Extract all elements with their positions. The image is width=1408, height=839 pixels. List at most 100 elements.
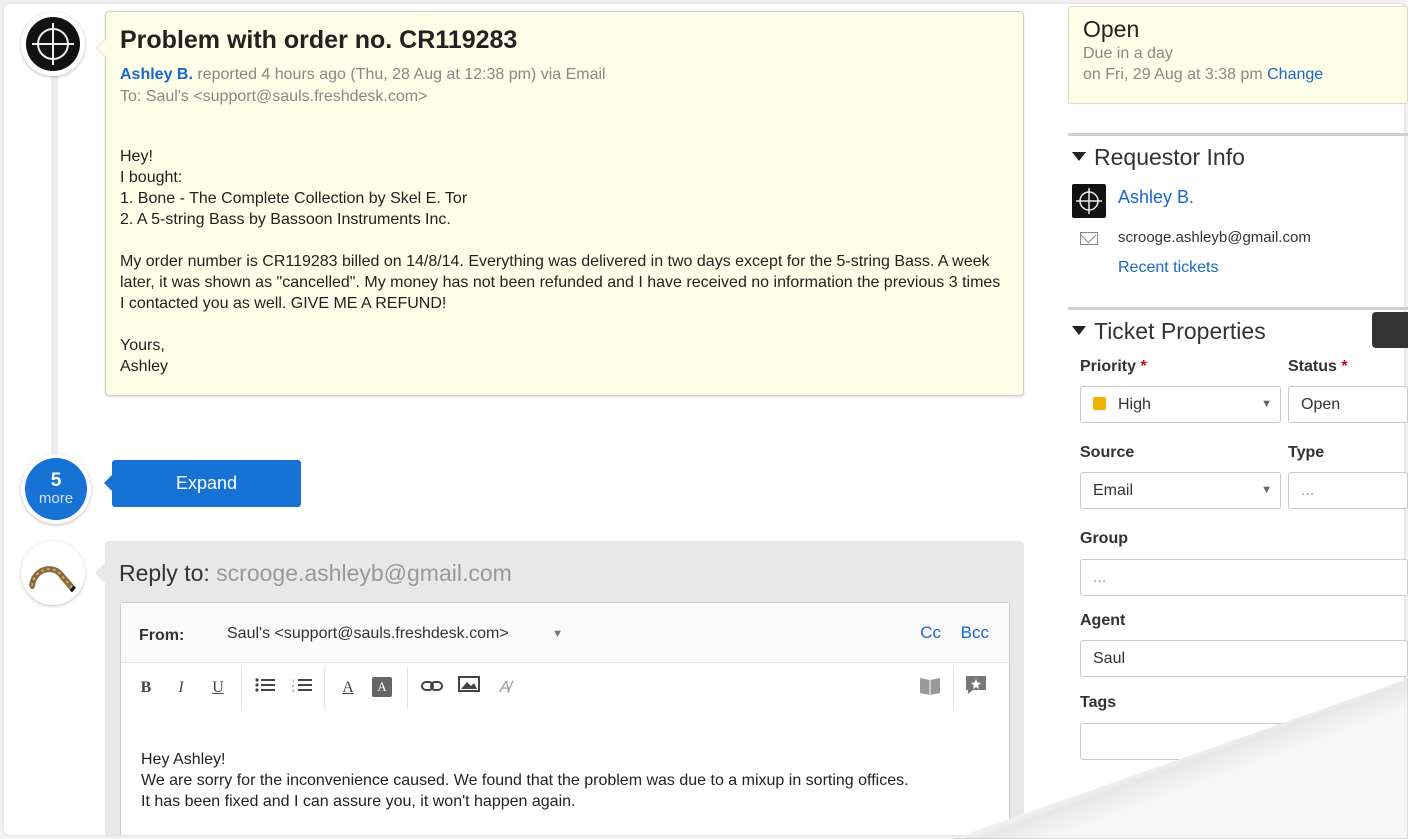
reply-editor: From: Saul's <support@sauls.freshdesk.co…: [120, 602, 1010, 835]
recent-tickets-link[interactable]: Recent tickets: [1118, 259, 1218, 277]
agent-label: Agent: [1080, 612, 1126, 629]
body-line: 2. A 5-string Bass by Bassoon Instrument…: [120, 211, 451, 228]
priority-select[interactable]: High ▼: [1080, 386, 1281, 423]
reply-to-label: Reply to:: [119, 560, 210, 586]
properties-title-text: Ticket Properties: [1094, 318, 1266, 344]
properties-action-button[interactable]: [1372, 312, 1408, 348]
change-due-link[interactable]: Change: [1267, 66, 1323, 83]
required-mark: *: [1341, 358, 1348, 375]
requestor-section-header[interactable]: Requestor Info: [1068, 133, 1408, 172]
underline-button[interactable]: U: [205, 675, 231, 701]
body-line: Yours,: [120, 337, 165, 354]
more-count: 5: [50, 470, 62, 491]
requestor-name-link[interactable]: Ashley B.: [1118, 187, 1194, 208]
expand-button[interactable]: Expand: [104, 460, 301, 507]
ticket-title: Problem with order no. CR119283: [120, 26, 518, 54]
priority-value: High: [1118, 396, 1151, 413]
from-row: From: Saul's <support@sauls.freshdesk.co…: [121, 603, 1009, 663]
due-date-text: on Fri, 29 Aug at 3:38 pm: [1083, 66, 1263, 83]
crosshair-avatar-icon: [26, 17, 80, 71]
priority-label-text: Priority: [1080, 358, 1137, 375]
from-value: Saul's <support@sauls.freshdesk.com>: [227, 625, 509, 642]
numbered-list-icon[interactable]: 123: [289, 675, 315, 701]
required-mark: *: [1140, 358, 1147, 375]
agent-select[interactable]: Saul: [1080, 640, 1408, 677]
cc-link[interactable]: Cc: [920, 623, 941, 643]
status-select[interactable]: Open: [1288, 386, 1408, 423]
requestor-email: scrooge.ashleyb@gmail.com: [1118, 229, 1311, 246]
status-due: Due in a day: [1083, 45, 1173, 62]
agent-value: Saul: [1093, 650, 1126, 667]
chevron-down-icon: ▼: [1261, 484, 1272, 496]
priority-label: Priority *: [1080, 358, 1147, 376]
status-box: Open Due in a day on Fri, 29 Aug at 3:38…: [1068, 6, 1408, 104]
reply-line: It has been fixed and I can assure you, …: [141, 793, 576, 810]
requestor-avatar: [1072, 184, 1106, 218]
link-icon[interactable]: [419, 675, 445, 701]
reply-to-line: Reply to: scrooge.ashleyb@gmail.com: [119, 559, 1010, 587]
from-select[interactable]: Saul's <support@sauls.freshdesk.com> ▼: [213, 619, 571, 649]
ticket-recipient: To: Saul's <support@sauls.freshdesk.com>: [120, 88, 428, 105]
source-value: Email: [1093, 482, 1134, 499]
status-title: Open: [1083, 16, 1140, 42]
mail-icon: [1080, 232, 1098, 245]
editor-toolbar: B I U 123 A A A̸: [121, 663, 1009, 715]
tags-label: Tags: [1080, 694, 1117, 711]
collapse-triangle-icon: [1072, 152, 1086, 161]
more-count-badge[interactable]: 5 more: [21, 454, 91, 524]
ticket-author-link[interactable]: Ashley B.: [120, 66, 193, 83]
priority-high-swatch: [1093, 397, 1106, 410]
body-line: Ashley: [120, 358, 169, 375]
requestor-title-text: Requestor Info: [1094, 144, 1245, 170]
bcc-link[interactable]: Bcc: [961, 623, 989, 643]
reply-box: Reply to: scrooge.ashleyb@gmail.com From…: [95, 541, 1024, 835]
type-value: ...: [1301, 482, 1315, 499]
toolbar-divider: [324, 667, 325, 709]
cane-avatar-icon: [26, 546, 80, 600]
toolbar-divider: [241, 667, 242, 709]
bold-button[interactable]: B: [133, 675, 159, 701]
timeline-line: [51, 64, 58, 464]
clear-format-icon[interactable]: A̸: [492, 675, 518, 701]
status-due-date: on Fri, 29 Aug at 3:38 pm Change: [1083, 64, 1393, 85]
status-label: Status *: [1288, 358, 1348, 376]
type-label: Type: [1288, 444, 1325, 461]
body-paragraph: My order number is CR119283 billed on 14…: [120, 253, 1001, 312]
body-line: Hey!: [120, 148, 153, 165]
requester-avatar[interactable]: [21, 12, 85, 76]
body-line: I bought:: [120, 169, 183, 186]
chevron-down-icon: ▼: [1261, 398, 1272, 410]
reply-to-address: scrooge.ashleyb@gmail.com: [216, 560, 512, 586]
reply-body[interactable]: Hey Ashley! We are sorry for the inconve…: [121, 715, 1009, 812]
chevron-down-icon: ▼: [552, 628, 563, 640]
image-icon[interactable]: [456, 675, 482, 701]
status-label-text: Status: [1288, 358, 1337, 375]
source-select[interactable]: Email ▼: [1080, 472, 1281, 509]
group-label: Group: [1080, 530, 1128, 547]
more-count-inner: 5 more: [25, 458, 87, 520]
italic-button[interactable]: I: [168, 675, 194, 701]
properties-section-header[interactable]: Ticket Properties: [1068, 307, 1408, 346]
background-color-button[interactable]: A: [372, 677, 392, 697]
source-label: Source: [1080, 444, 1135, 461]
group-value: ...: [1093, 569, 1107, 586]
ticket-message: Problem with order no. CR119283 Ashley B…: [96, 11, 1024, 396]
bullet-list-icon[interactable]: [252, 675, 278, 701]
more-label: more: [38, 490, 74, 507]
reply-line: We are sorry for the inconvenience cause…: [141, 772, 909, 789]
ticket-meta: Ashley B. reported 4 hours ago (Thu, 28 …: [120, 64, 1009, 86]
toolbar-divider: [953, 667, 954, 709]
knowledge-base-icon[interactable]: [917, 675, 943, 701]
requestor-section-title: Requestor Info: [1068, 142, 1408, 172]
group-select[interactable]: ...: [1080, 559, 1408, 596]
font-color-button[interactable]: A: [335, 675, 361, 701]
canned-response-icon[interactable]: [963, 675, 989, 701]
collapse-triangle-icon: [1072, 326, 1086, 335]
agent-avatar[interactable]: [21, 541, 85, 605]
ticket-body: Hey! I bought: 1. Bone - The Complete Co…: [120, 146, 1009, 377]
type-select[interactable]: ...: [1288, 472, 1408, 509]
ticket-meta-text: reported 4 hours ago (Thu, 28 Aug at 12:…: [197, 66, 606, 83]
properties-section-title: Ticket Properties: [1068, 316, 1408, 346]
svg-text:3: 3: [292, 688, 295, 692]
toolbar-divider: [407, 667, 408, 709]
